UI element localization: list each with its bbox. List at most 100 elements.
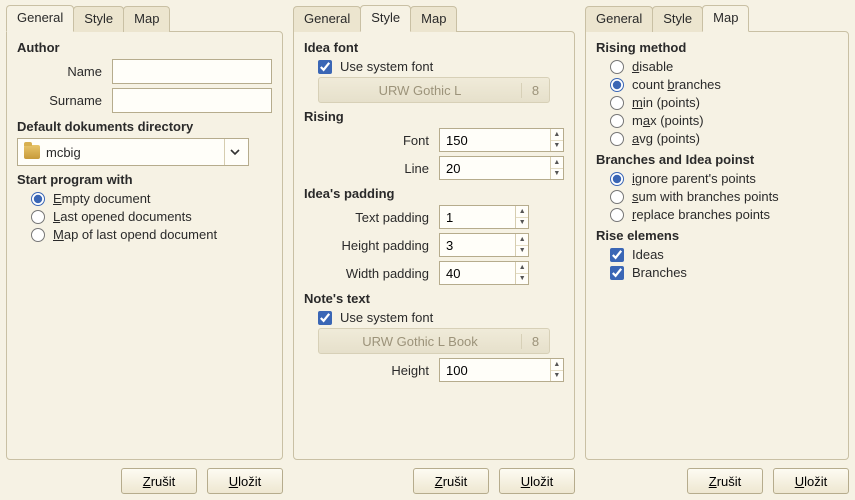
idea-sysfont-input[interactable]: [318, 60, 332, 74]
default-dir-combo[interactable]: mcbig: [17, 138, 249, 166]
rising-font-spin[interactable]: ▲▼: [439, 128, 564, 152]
padding-heading: Idea's padding: [304, 186, 564, 201]
tab-style[interactable]: Style: [73, 6, 124, 32]
elem-ideas-input[interactable]: [610, 248, 624, 262]
start-map-radio[interactable]: Map of last opend document: [31, 227, 272, 242]
rm-count-radio[interactable]: count branches: [610, 77, 838, 92]
note-sysfont-input[interactable]: [318, 311, 332, 325]
page-map: Rising method disable count branches min…: [585, 31, 849, 460]
spin-up-icon[interactable]: ▲: [516, 234, 528, 246]
save-button[interactable]: Uložit: [499, 468, 575, 494]
bp-ignore-input[interactable]: [610, 172, 624, 186]
tab-map[interactable]: Map: [410, 6, 457, 32]
rising-line-input[interactable]: [440, 157, 550, 179]
tab-style[interactable]: Style: [360, 5, 411, 32]
rising-font-label: Font: [304, 133, 439, 148]
spin-up-icon[interactable]: ▲: [551, 157, 563, 169]
start-last-input[interactable]: [31, 210, 45, 224]
save-button[interactable]: Uložit: [773, 468, 849, 494]
rm-max-input[interactable]: [610, 114, 624, 128]
idea-font-heading: Idea font: [304, 40, 564, 55]
textpad-input[interactable]: [440, 206, 515, 228]
spin-down-icon[interactable]: ▼: [516, 246, 528, 257]
tabstrip-style: General Style Map: [293, 6, 575, 31]
tab-general[interactable]: General: [585, 6, 653, 32]
spin-up-icon[interactable]: ▲: [551, 359, 563, 371]
spin-up-icon[interactable]: ▲: [551, 129, 563, 141]
start-with-heading: Start program with: [17, 172, 272, 187]
tab-style[interactable]: Style: [652, 6, 703, 32]
tab-general[interactable]: General: [293, 6, 361, 32]
rm-disable-radio[interactable]: disable: [610, 59, 838, 74]
rising-font-input[interactable]: [440, 129, 550, 151]
cancel-button[interactable]: Zrušit: [687, 468, 763, 494]
save-button[interactable]: Uložit: [207, 468, 283, 494]
tab-map[interactable]: Map: [123, 6, 170, 32]
rm-avg-radio[interactable]: avg (points): [610, 131, 838, 146]
note-height-input[interactable]: [440, 359, 550, 381]
surname-input[interactable]: [112, 88, 272, 113]
chevron-down-icon[interactable]: [224, 139, 244, 165]
elem-ideas-label: Ideas: [632, 247, 664, 262]
idea-sysfont-check[interactable]: Use system font: [318, 59, 564, 74]
note-heading: Note's text: [304, 291, 564, 306]
spin-down-icon[interactable]: ▼: [516, 274, 528, 285]
rising-method-heading: Rising method: [596, 40, 838, 55]
rm-disable-input[interactable]: [610, 60, 624, 74]
folder-icon: [24, 145, 40, 159]
widthpad-label: Width padding: [304, 266, 439, 281]
widthpad-input[interactable]: [440, 262, 515, 284]
heightpad-spin[interactable]: ▲▼: [439, 233, 529, 257]
elem-ideas-check[interactable]: Ideas: [610, 247, 838, 262]
tabstrip-general: General Style Map: [6, 6, 283, 31]
spin-down-icon[interactable]: ▼: [551, 141, 563, 152]
elem-branches-input[interactable]: [610, 266, 624, 280]
page-style: Idea font Use system font URW Gothic L 8…: [293, 31, 575, 460]
spin-down-icon[interactable]: ▼: [551, 371, 563, 382]
spin-down-icon[interactable]: ▼: [516, 218, 528, 229]
spin-up-icon[interactable]: ▲: [516, 206, 528, 218]
note-sysfont-check[interactable]: Use system font: [318, 310, 564, 325]
rm-min-input[interactable]: [610, 96, 624, 110]
bp-replace-radio[interactable]: replace branches points: [610, 207, 838, 222]
bp-sum-radio[interactable]: sum with branches points: [610, 189, 838, 204]
panel-map: General Style Map Rising method disable …: [585, 6, 849, 494]
note-height-label: Height: [304, 363, 439, 378]
bp-ignore-radio[interactable]: ignore parent's points: [610, 171, 838, 186]
note-height-spin[interactable]: ▲▼: [439, 358, 564, 382]
name-input[interactable]: [112, 59, 272, 84]
button-row-style: Zrušit Uložit: [293, 468, 575, 494]
cancel-button[interactable]: Zrušit: [121, 468, 197, 494]
default-dir-heading: Default dokuments directory: [17, 119, 272, 134]
button-row-map: Zrušit Uložit: [585, 468, 849, 494]
branches-heading: Branches and Idea poinst: [596, 152, 838, 167]
elem-branches-check[interactable]: Branches: [610, 265, 838, 280]
rising-line-spin[interactable]: ▲▼: [439, 156, 564, 180]
cancel-button[interactable]: Zrušit: [413, 468, 489, 494]
widthpad-spin[interactable]: ▲▼: [439, 261, 529, 285]
rm-max-radio[interactable]: max (points): [610, 113, 838, 128]
surname-label: Surname: [17, 93, 112, 108]
spin-down-icon[interactable]: ▼: [551, 169, 563, 180]
rm-min-radio[interactable]: min (points): [610, 95, 838, 110]
rising-heading: Rising: [304, 109, 564, 124]
start-last-radio[interactable]: Last opened documents: [31, 209, 272, 224]
rm-count-input[interactable]: [610, 78, 624, 92]
author-heading: Author: [17, 40, 272, 55]
tabstrip-map: General Style Map: [585, 6, 849, 31]
bp-replace-input[interactable]: [610, 208, 624, 222]
bp-sum-input[interactable]: [610, 190, 624, 204]
panel-style: General Style Map Idea font Use system f…: [293, 6, 575, 494]
heightpad-label: Height padding: [304, 238, 439, 253]
textpad-spin[interactable]: ▲▼: [439, 205, 529, 229]
start-empty-input[interactable]: [31, 192, 45, 206]
panel-general: General Style Map Author Name Surname De…: [6, 6, 283, 494]
spin-up-icon[interactable]: ▲: [516, 262, 528, 274]
tab-general[interactable]: General: [6, 5, 74, 32]
start-map-input[interactable]: [31, 228, 45, 242]
rm-avg-input[interactable]: [610, 132, 624, 146]
name-label: Name: [17, 64, 112, 79]
start-empty-radio[interactable]: Empty document: [31, 191, 272, 206]
heightpad-input[interactable]: [440, 234, 515, 256]
tab-map[interactable]: Map: [702, 5, 749, 32]
